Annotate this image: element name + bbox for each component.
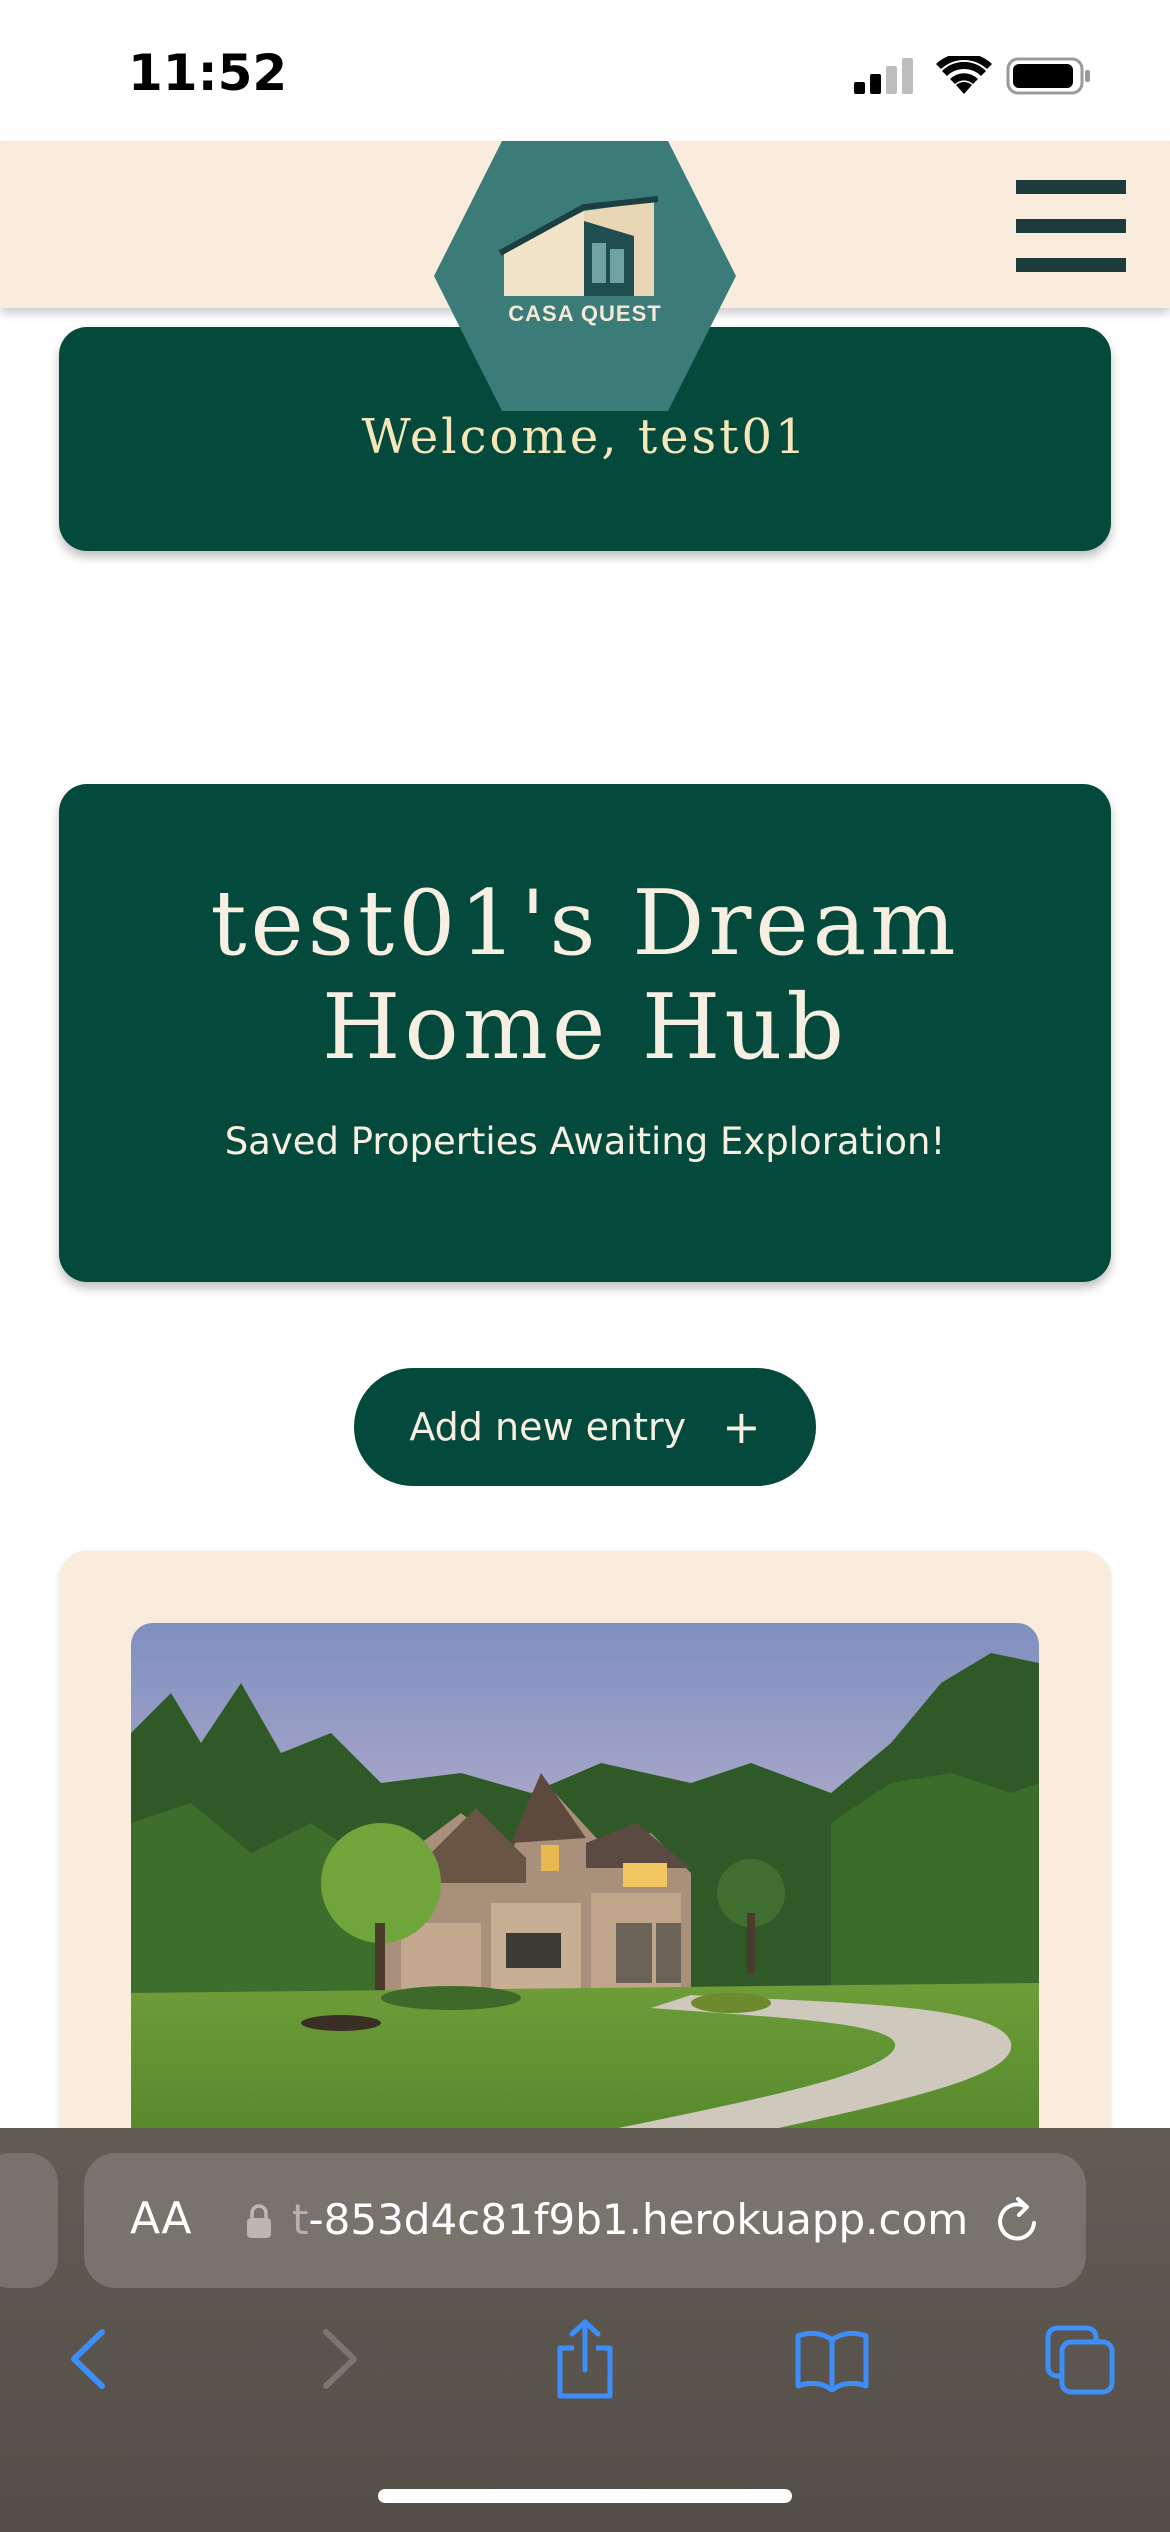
- dream-home-hub-card: test01's Dream Home Hub Saved Properties…: [59, 784, 1111, 1282]
- plus-icon: +: [722, 1400, 761, 1454]
- casa-quest-logo[interactable]: CASA QUEST: [434, 141, 736, 411]
- text-size-button[interactable]: AA: [130, 2193, 191, 2244]
- lock-icon: [247, 2204, 271, 2238]
- add-new-entry-label: Add new entry: [409, 1405, 687, 1449]
- wifi-icon: [936, 56, 992, 94]
- forward-icon[interactable]: [318, 2324, 362, 2394]
- logo-hexagon-icon: [434, 141, 736, 411]
- page: 11:52 CASA QUEST Welcome, test01 test01'…: [0, 0, 1170, 2532]
- url-text: t-853d4c81f9b1.herokuapp.com: [292, 2195, 968, 2244]
- add-new-entry-button[interactable]: Add new entry +: [354, 1368, 816, 1486]
- hub-title: test01's Dream Home Hub: [59, 872, 1111, 1080]
- browser-bottom-bar: AA t-853d4c81f9b1.herokuapp.com: [0, 2128, 1170, 2532]
- hub-title-line-1: test01's Dream: [210, 871, 960, 976]
- logo-text: CASA QUEST: [508, 301, 662, 326]
- status-time: 11:52: [128, 44, 288, 102]
- battery-icon: [1006, 57, 1090, 95]
- url-faded-prefix: t: [292, 2195, 309, 2244]
- cellular-signal-icon: [854, 58, 913, 94]
- address-bar[interactable]: AA t-853d4c81f9b1.herokuapp.com: [84, 2153, 1086, 2288]
- house-photo[interactable]: [131, 1623, 1039, 2183]
- hamburger-menu-icon[interactable]: [1016, 180, 1126, 272]
- tabs-icon[interactable]: [1044, 2324, 1116, 2396]
- reload-icon[interactable]: [992, 2193, 1044, 2247]
- bookmarks-icon[interactable]: [794, 2328, 870, 2392]
- hub-title-line-2: Home Hub: [322, 975, 848, 1080]
- status-bar: 11:52: [0, 0, 1170, 141]
- url-domain: -853d4c81f9b1.herokuapp.com: [308, 2195, 969, 2244]
- previous-tab-stub[interactable]: [0, 2153, 58, 2288]
- house-photo-image: [131, 1623, 1039, 2183]
- hub-subtitle: Saved Properties Awaiting Exploration!: [224, 1120, 946, 1163]
- home-indicator[interactable]: [378, 2489, 792, 2503]
- text-size-label: AA: [130, 2193, 192, 2244]
- welcome-message: Welcome, test01: [361, 409, 809, 465]
- back-icon[interactable]: [66, 2324, 110, 2394]
- share-icon[interactable]: [552, 2318, 618, 2400]
